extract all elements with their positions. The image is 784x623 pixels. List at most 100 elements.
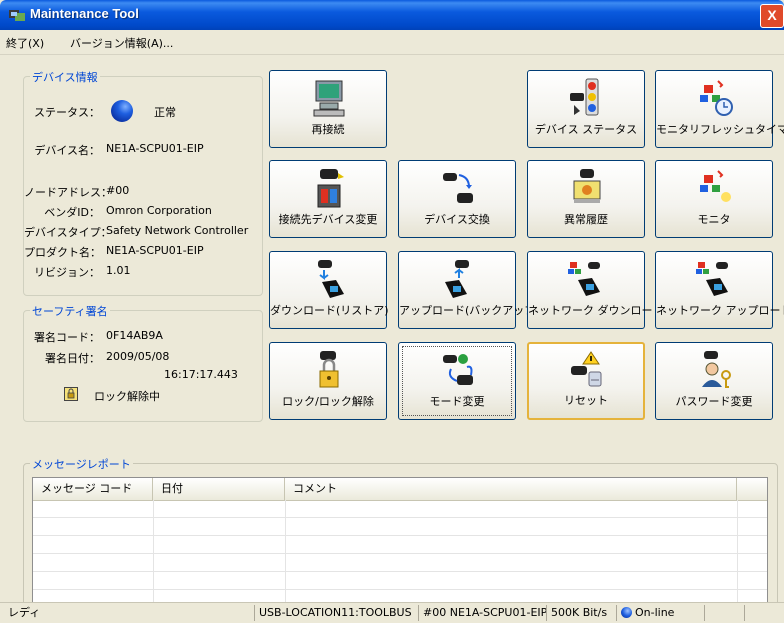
lock-unlock-button[interactable]: ロック/ロック解除 — [269, 342, 387, 420]
safety-signature-group: セーフティ署名 署名コード： 0F14AB9A 署名日付： 2009/05/08… — [23, 303, 263, 422]
signature-time-value: 16:17:17.443 — [164, 368, 238, 381]
title-bar: Maintenance Tool X — [0, 0, 784, 30]
lock-icon — [64, 387, 78, 401]
device-info-legend: デバイス情報 — [30, 69, 100, 85]
button-label: ダウンロード(リストア) — [270, 304, 389, 317]
signature-date-label: 署名日付： — [45, 352, 100, 365]
button-label: 接続先デバイス変更 — [278, 213, 378, 226]
status-online: On-line — [635, 606, 675, 619]
device-info-group: デバイス情報 ステータス： 正常 デバイス名： NE1A-SCPU01-EIP … — [23, 69, 263, 296]
password-change-button[interactable]: パスワード変更 — [655, 342, 773, 420]
upload-backup-button[interactable]: アップロード(バックアップ) — [398, 251, 540, 329]
download-icon — [318, 260, 344, 298]
lock-status-value: ロック解除中 — [94, 390, 160, 403]
reset-button[interactable]: リセット — [527, 342, 645, 420]
message-report-legend: メッセージレポート — [30, 456, 133, 472]
button-label: デバイス交換 — [424, 213, 490, 226]
table-row[interactable] — [33, 500, 767, 518]
menu-exit[interactable]: 終了(X) — [6, 35, 44, 51]
button-label: 異常履歴 — [564, 213, 608, 226]
table-header: メッセージ コード 日付 コメント — [33, 478, 767, 501]
online-indicator-icon — [621, 607, 632, 618]
status-location: USB-LOCATION11:TOOLBUS — [254, 605, 418, 621]
error-history-icon — [573, 169, 601, 203]
button-label: ロック/ロック解除 — [282, 395, 374, 408]
monitor-icon — [700, 170, 731, 202]
timer-icon — [700, 80, 733, 116]
download-restore-button[interactable]: ダウンロード(リストア) — [269, 251, 389, 329]
button-label: デバイス ステータス — [534, 123, 638, 136]
device-replace-icon — [443, 173, 473, 203]
computer-icon — [313, 80, 345, 117]
product-name-label: プロダクト名： — [24, 246, 101, 259]
menu-bar: 終了(X) バージョン情報(A)... — [0, 30, 784, 55]
window-title: Maintenance Tool — [30, 6, 139, 21]
column-header-date[interactable]: 日付 — [153, 478, 285, 500]
vendor-id-label: ベンダID： — [44, 206, 100, 219]
button-label: ネットワーク アップロード — [656, 304, 784, 317]
button-label: ネットワーク ダウンロード — [528, 304, 664, 317]
reconnect-button[interactable]: 再接続 — [269, 70, 387, 148]
table-row[interactable] — [33, 572, 767, 590]
password-icon — [702, 351, 731, 388]
maintenance-tool-window: Maintenance Tool X 終了(X) バージョン情報(A)... デ… — [0, 0, 784, 623]
status-label: ステータス： — [34, 106, 100, 119]
button-label: アップロード(バックアップ) — [399, 304, 540, 317]
revision-label: リビジョン： — [34, 266, 100, 279]
device-replacement-button[interactable]: デバイス交換 — [398, 160, 516, 238]
reset-icon — [571, 351, 602, 387]
button-label: モニタ — [697, 213, 731, 226]
network-upload-button[interactable]: ネットワーク アップロード — [655, 251, 784, 329]
status-indicator-icon — [111, 100, 133, 122]
status-baud-rate: 500K Bit/s — [546, 605, 616, 621]
table-row[interactable] — [33, 536, 767, 554]
vendor-id-value: Omron Corporation — [106, 204, 212, 217]
device-name-value: NE1A-SCPU01-EIP — [106, 142, 204, 155]
button-label: モニタリフレッシュタイマ設定 — [656, 123, 784, 136]
close-button[interactable]: X — [760, 4, 784, 28]
app-icon — [9, 10, 25, 21]
device-status-button[interactable]: デバイス ステータス — [527, 70, 645, 148]
monitor-button[interactable]: モニタ — [655, 160, 773, 238]
signature-code-label: 署名コード： — [34, 331, 100, 344]
error-history-button[interactable]: 異常履歴 — [527, 160, 645, 238]
status-bar: レディ USB-LOCATION11:TOOLBUS #00 NE1A-SCPU… — [0, 602, 784, 623]
column-header-filler — [737, 478, 767, 500]
lock-icon — [319, 351, 339, 388]
mode-change-icon — [443, 354, 473, 385]
device-switch-icon — [317, 169, 344, 208]
traffic-light-icon — [570, 78, 599, 116]
network-download-button[interactable]: ネットワーク ダウンロード — [527, 251, 664, 329]
upload-icon — [445, 260, 469, 298]
device-type-label: デバイスタイプ： — [24, 226, 112, 239]
menu-version-info[interactable]: バージョン情報(A)... — [70, 35, 173, 51]
signature-date-value: 2009/05/08 — [106, 350, 170, 363]
table-row[interactable] — [33, 554, 767, 572]
button-label: モード変更 — [429, 395, 485, 408]
node-address-value: #00 — [106, 184, 130, 197]
status-empty-cell — [704, 605, 744, 621]
button-label: パスワード変更 — [675, 395, 753, 408]
mode-change-button[interactable]: モード変更 — [398, 342, 516, 420]
device-name-label: デバイス名： — [34, 144, 100, 157]
status-value: 正常 — [154, 106, 176, 119]
message-report-table[interactable]: メッセージ コード 日付 コメント — [32, 477, 768, 607]
monitor-refresh-timer-button[interactable]: モニタリフレッシュタイマ設定 — [655, 70, 784, 148]
column-header-message-code[interactable]: メッセージ コード — [33, 478, 153, 500]
table-row[interactable] — [33, 518, 767, 536]
status-ready: レディ — [8, 606, 41, 619]
node-address-label: ノードアドレス： — [24, 186, 112, 199]
button-label: 再接続 — [311, 123, 345, 136]
product-name-value: NE1A-SCPU01-EIP — [106, 244, 204, 257]
status-empty-cell — [744, 605, 784, 621]
revision-value: 1.01 — [106, 264, 131, 277]
device-type-value: Safety Network Controller — [106, 224, 249, 237]
status-device: #00 NE1A-SCPU01-EIP — [418, 605, 547, 621]
network-upload-icon — [696, 262, 728, 296]
status-online-cell: On-line — [616, 605, 704, 621]
button-label: リセット — [564, 394, 608, 407]
safety-signature-legend: セーフティ署名 — [30, 303, 110, 319]
change-target-device-button[interactable]: 接続先デバイス変更 — [269, 160, 387, 238]
network-download-icon — [568, 262, 600, 296]
column-header-comment[interactable]: コメント — [285, 478, 737, 500]
